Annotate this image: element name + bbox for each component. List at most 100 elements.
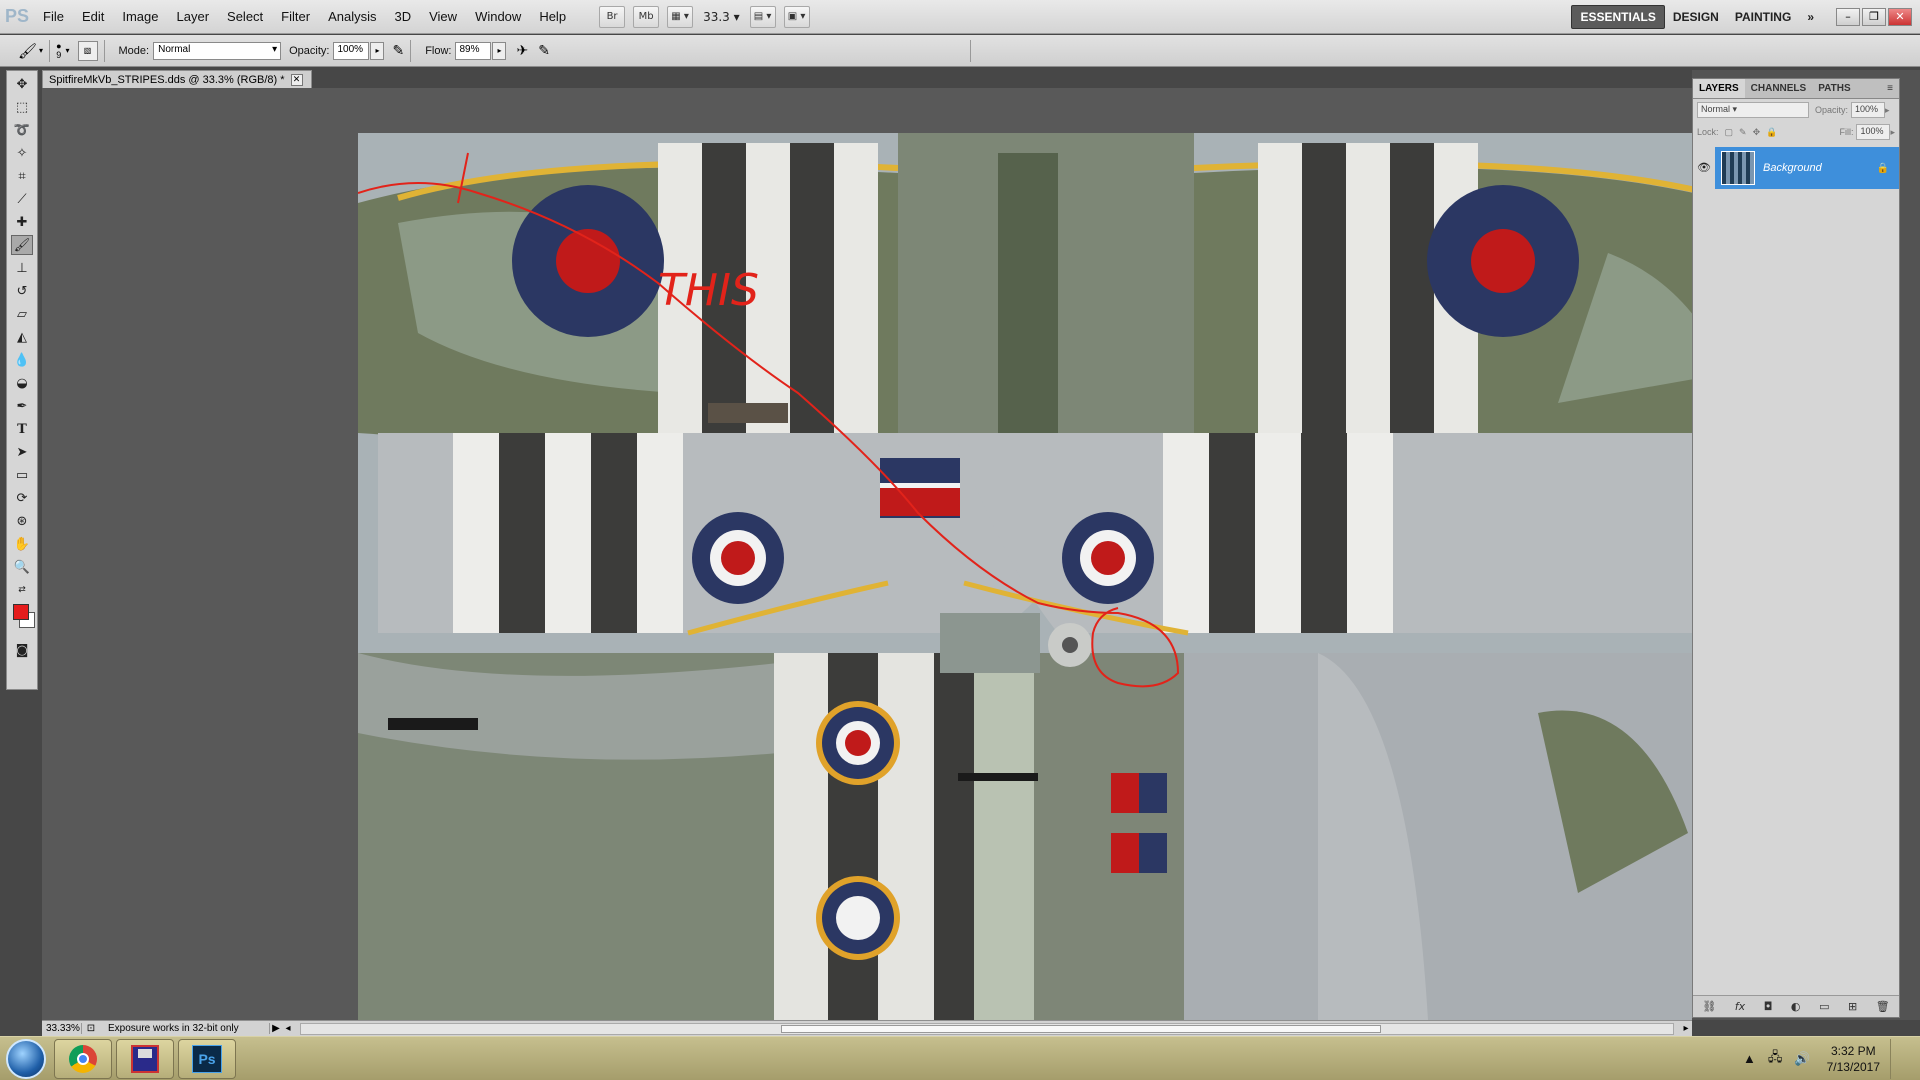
menu-layer[interactable]: Layer (168, 9, 219, 24)
paint-bucket-tool-icon[interactable]: ◭ (11, 327, 33, 347)
menu-filter[interactable]: Filter (272, 9, 319, 24)
eyedropper-tool-icon[interactable]: ⟋ (11, 189, 33, 209)
swap-colors-icon[interactable]: ⇄ (11, 580, 33, 600)
new-layer-icon[interactable]: ⊞ (1848, 1000, 1857, 1013)
menu-window[interactable]: Window (466, 9, 530, 24)
foreground-color-swatch[interactable] (13, 604, 29, 620)
flow-slider-button[interactable]: ▸ (492, 41, 507, 60)
chevron-right-icon[interactable]: ▸ (1885, 105, 1890, 116)
flow-field[interactable]: 89% (455, 41, 492, 60)
menu-analysis[interactable]: Analysis (319, 9, 385, 24)
document-info-icon[interactable]: ⊡ (82, 1023, 100, 1034)
trash-icon[interactable]: 🗑 (1876, 1000, 1890, 1013)
scroll-left-icon[interactable]: ◂ (282, 1023, 294, 1034)
layer-row[interactable]: 👁 Background 🔒 (1693, 147, 1899, 189)
taskbar-photoshop[interactable]: Ps (178, 1038, 236, 1079)
show-desktop-button[interactable] (1890, 1038, 1904, 1079)
rectangle-tool-icon[interactable]: ▭ (11, 465, 33, 485)
status-zoom-field[interactable]: 33.33% (42, 1023, 82, 1034)
brush-size-picker[interactable]: ● 9 (56, 41, 61, 60)
quick-mask-icon[interactable]: ◙ (11, 640, 33, 660)
fill-field[interactable]: 100% (1856, 124, 1891, 140)
taskbar-save-app[interactable] (116, 1038, 174, 1079)
clone-stamp-tool-icon[interactable]: ⊥ (11, 258, 33, 278)
3d-rotate-tool-icon[interactable]: ⟳ (11, 488, 33, 508)
fx-icon[interactable]: fx (1735, 1000, 1745, 1013)
eraser-tool-icon[interactable]: ▱ (11, 304, 33, 324)
workspace-painting[interactable]: PAINTING (1727, 6, 1799, 28)
healing-brush-tool-icon[interactable]: ✚ (11, 212, 33, 232)
arrange-documents-button[interactable]: ▤ ▾ (749, 5, 776, 28)
scrollbar-thumb[interactable] (781, 1024, 1381, 1033)
tablet-size-pressure-icon[interactable]: ✎ (538, 42, 550, 59)
status-menu-arrow-icon[interactable]: ▶ (270, 1023, 282, 1034)
brush-tool-preset-icon[interactable]: 🖌 (18, 42, 37, 60)
menu-3d[interactable]: 3D (385, 9, 420, 24)
adjustment-icon[interactable]: ◐ (1791, 1000, 1801, 1013)
workspace-essentials[interactable]: ESSENTIALS (1571, 4, 1665, 29)
chevron-down-icon[interactable]: ▾ (66, 46, 70, 55)
menu-edit[interactable]: Edit (73, 9, 113, 24)
lock-position-icon[interactable]: ✥ (1753, 127, 1761, 138)
tab-layers[interactable]: LAYERS (1693, 79, 1745, 98)
network-icon[interactable]: 🖧 (1768, 1048, 1783, 1070)
brush-tool-icon[interactable]: 🖌 (11, 235, 33, 255)
menu-view[interactable]: View (420, 9, 466, 24)
texture-canvas[interactable]: THIS (358, 133, 1692, 1020)
minimize-button[interactable]: – (1836, 7, 1860, 26)
history-brush-tool-icon[interactable]: ↺ (11, 281, 33, 301)
marquee-tool-icon[interactable]: ⬚ (11, 97, 33, 117)
workspace-design[interactable]: DESIGN (1665, 6, 1727, 28)
airbrush-icon[interactable]: ✈ (516, 42, 528, 59)
menu-select[interactable]: Select (218, 9, 272, 24)
layer-opacity-field[interactable]: 100% (1851, 102, 1886, 118)
bridge-button[interactable]: Br (599, 5, 626, 28)
dodge-tool-icon[interactable]: ◒ (11, 373, 33, 393)
brush-panel-toggle-button[interactable]: ▧ (77, 40, 98, 61)
workspace-more-button[interactable]: » (1799, 6, 1822, 28)
tablet-opacity-pressure-icon[interactable]: ✎ (392, 42, 404, 59)
lock-transparent-icon[interactable]: ▢ (1725, 127, 1734, 138)
lock-all-icon[interactable]: 🔒 (1766, 127, 1777, 138)
eye-icon[interactable]: 👁 (1693, 147, 1715, 189)
move-tool-icon[interactable]: ✥ (11, 74, 33, 94)
layer-name[interactable]: Background (1763, 162, 1877, 174)
panel-menu-icon[interactable]: ≡ (1881, 79, 1899, 98)
document-window[interactable]: THIS (42, 88, 1692, 1020)
blend-mode-select[interactable]: Normal ▾ (1697, 102, 1809, 118)
scroll-right-icon[interactable]: ▸ (1680, 1023, 1692, 1034)
chevron-right-icon[interactable]: ▸ (1890, 127, 1895, 138)
menu-image[interactable]: Image (113, 9, 167, 24)
hand-tool-icon[interactable]: ✋ (11, 534, 33, 554)
zoom-tool-icon[interactable]: 🔍 (11, 557, 33, 577)
lasso-tool-icon[interactable]: ➰ (11, 120, 33, 140)
view-extras-button[interactable]: ▦ ▾ (667, 5, 694, 28)
blur-tool-icon[interactable]: 💧 (11, 350, 33, 370)
link-icon[interactable]: ⛓ (1702, 1000, 1716, 1013)
volume-icon[interactable]: 🔊 (1794, 1051, 1810, 1067)
menu-help[interactable]: Help (530, 9, 575, 24)
mini-bridge-button[interactable]: Mb (633, 5, 660, 28)
horizontal-scrollbar[interactable] (300, 1022, 1674, 1035)
lock-image-icon[interactable]: ✎ (1739, 127, 1747, 138)
close-button[interactable]: ✕ (1888, 7, 1912, 26)
group-icon[interactable]: ▭ (1819, 1000, 1829, 1013)
crop-tool-icon[interactable]: ⌗ (11, 166, 33, 186)
pen-tool-icon[interactable]: ✒ (11, 396, 33, 416)
tab-paths[interactable]: PATHS (1812, 79, 1856, 98)
document-tab[interactable]: SpitfireMkVb_STRIPES.dds @ 33.3% (RGB/8)… (42, 70, 312, 88)
mode-select[interactable]: Normal ▾ (153, 41, 282, 60)
clock[interactable]: 3:32 PM 7/13/2017 (1827, 1043, 1880, 1075)
tab-channels[interactable]: CHANNELS (1745, 79, 1813, 98)
show-hidden-icons-icon[interactable]: ▲ (1743, 1051, 1756, 1066)
restore-button[interactable]: ❐ (1862, 7, 1886, 26)
3d-orbit-tool-icon[interactable]: ⊛ (11, 511, 33, 531)
type-tool-icon[interactable]: T (11, 419, 33, 439)
mask-icon[interactable]: ◘ (1764, 1000, 1773, 1013)
document-close-button[interactable]: ✕ (290, 73, 303, 86)
quick-select-tool-icon[interactable]: ✧ (11, 143, 33, 163)
taskbar-chrome[interactable] (54, 1038, 112, 1079)
menu-file[interactable]: File (34, 9, 73, 24)
opacity-slider-button[interactable]: ▸ (370, 41, 385, 60)
chevron-down-icon[interactable]: ▾ (39, 46, 43, 55)
